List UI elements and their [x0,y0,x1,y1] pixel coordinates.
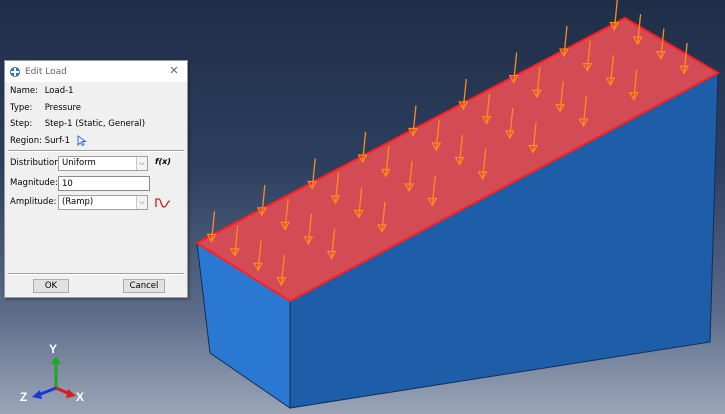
cancel-button[interactable]: Cancel [123,279,165,293]
pressure-arrow [558,26,570,58]
dialog-title: Edit Load [25,66,67,77]
pressure-arrow [307,158,318,190]
abaqus-app-icon [10,66,20,77]
amplitude-value: (Ramp) [62,197,94,207]
type-label: Type: [10,103,33,113]
dialog-button-separator [8,273,184,275]
x-axis-label: X [76,390,85,404]
axis-triad: Y Z X [18,340,98,410]
region-row: Region: Surf-1 [10,135,87,147]
chevron-down-icon[interactable]: ⌵ [136,196,147,209]
name-value: Load-1 [44,86,74,96]
region-value: Surf-1 [44,136,70,146]
y-axis-label: Y [49,342,58,356]
chevron-down-icon[interactable]: ⌵ [136,157,147,170]
distribution-select[interactable]: Uniform ⌵ [58,156,148,171]
ok-button[interactable]: OK [33,279,69,293]
pressure-arrow [609,0,620,31]
dialog-separator [8,150,184,152]
fx-button[interactable]: f(x) [155,157,171,166]
amplitude-select[interactable]: (Ramp) ⌵ [58,195,148,210]
step-label: Step: [10,119,33,129]
z-axis-arrowhead [32,390,42,399]
pressure-arrow [357,131,368,164]
pressure-arrow [407,105,418,137]
region-pick-arrow-icon[interactable] [77,135,87,147]
distribution-label: Distribution: [10,158,63,168]
edit-load-dialog: Edit Load ✕ Name: Load-1 Type: Pressure … [4,60,188,298]
type-value: Pressure [44,103,81,113]
x-axis-arrowhead [66,389,76,398]
amplitude-label: Amplitude: [10,197,57,207]
amplitude-curve-icon[interactable] [155,197,171,209]
region-label: Region: [10,136,42,146]
magnitude-input[interactable] [58,176,150,191]
step-row: Step: Step-1 (Static, General) [10,118,145,130]
close-icon[interactable]: ✕ [167,64,181,78]
magnitude-label: Magnitude: [10,178,58,188]
step-value: Step-1 (Static, General) [44,119,146,129]
pressure-arrow [458,78,469,111]
type-row: Type: Pressure [10,102,81,114]
name-row: Name: Load-1 [10,85,74,97]
dialog-titlebar[interactable]: Edit Load ✕ [5,61,187,82]
y-axis-arrowhead [51,356,61,364]
name-label: Name: [10,86,38,96]
pressure-arrow [508,52,519,84]
pressure-arrow [256,184,267,217]
pressure-arrow [206,211,217,243]
distribution-value: Uniform [62,158,96,168]
z-axis-label: Z [20,390,28,404]
